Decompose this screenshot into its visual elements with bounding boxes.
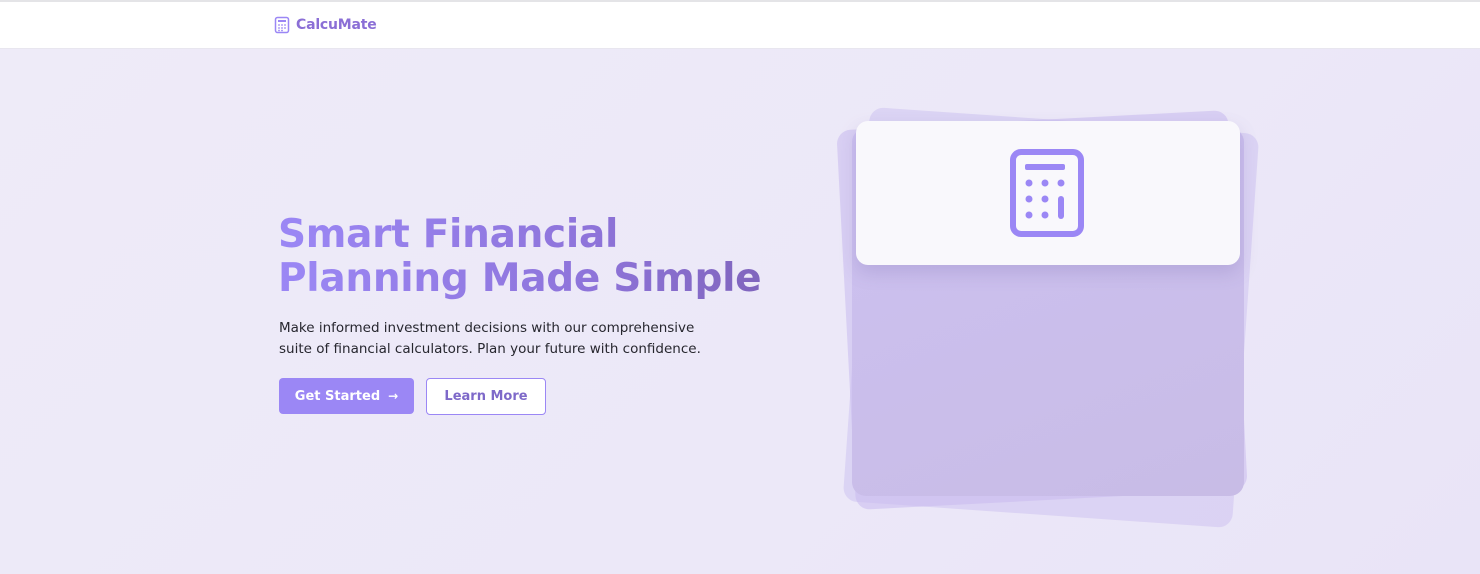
get-started-button[interactable]: Get Started → [279,378,414,414]
hero-title-line-1: Smart Financial [278,213,619,257]
hero-title-line-2: Planning Made Simple [278,256,762,300]
brand-name: CalcuMate [296,17,377,33]
hero-title: Smart Financial Planning Made Simple [278,213,798,300]
arrow-right-icon: → [388,389,399,403]
hero-subtitle: Make informed investment decisions with … [279,320,701,357]
hero-section [0,49,1480,574]
learn-more-button[interactable]: Learn More [426,378,546,415]
brand-logo-link[interactable]: CalcuMate [274,16,377,34]
calculator-icon [1010,149,1084,237]
navbar: CalcuMate [0,2,1480,49]
calculator-icon [274,16,290,34]
illustration-card-front [856,121,1240,265]
get-started-label: Get Started [294,388,381,404]
